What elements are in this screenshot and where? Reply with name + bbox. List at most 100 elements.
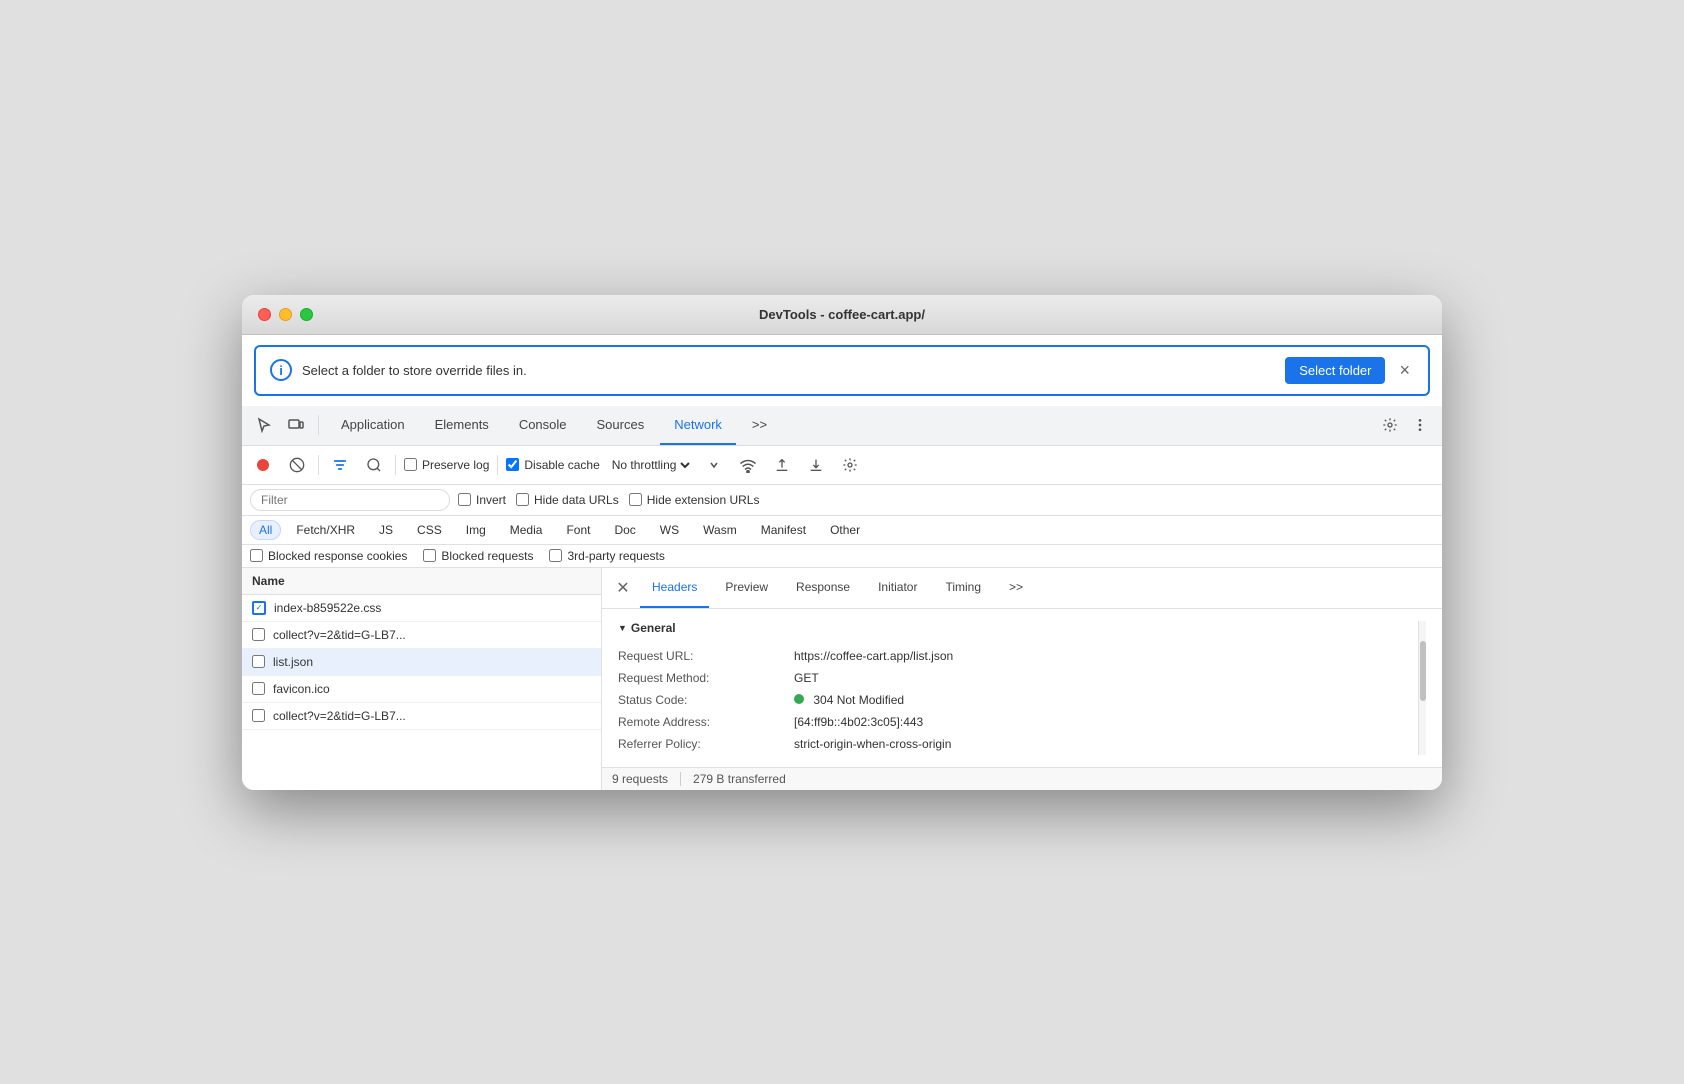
filter-row: Invert Hide data URLs Hide extension URL… <box>242 485 1442 516</box>
network-settings-icon[interactable] <box>837 452 863 478</box>
blocked-cookies-checkbox[interactable] <box>250 549 263 562</box>
tab-response[interactable]: Response <box>784 568 862 608</box>
devtools-window: DevTools - coffee-cart.app/ i Select a f… <box>242 295 1442 790</box>
invert-checkbox[interactable] <box>458 493 471 506</box>
invert-label[interactable]: Invert <box>458 493 506 507</box>
tab-more-detail[interactable]: >> <box>997 568 1035 608</box>
wifi-icon[interactable] <box>735 452 761 478</box>
scroll-track <box>1418 621 1426 755</box>
list-item[interactable]: favicon.ico <box>242 676 601 703</box>
list-item[interactable]: ✓ index-b859522e.css <box>242 595 601 622</box>
device-toggle-icon[interactable] <box>282 411 310 439</box>
status-dot <box>794 694 804 704</box>
type-img-button[interactable]: Img <box>457 520 495 540</box>
throttle-dropdown-icon[interactable] <box>701 452 727 478</box>
file-checkbox[interactable] <box>252 628 265 641</box>
type-media-button[interactable]: Media <box>501 520 552 540</box>
preserve-log-checkbox[interactable] <box>404 458 417 471</box>
third-party-checkbox[interactable] <box>549 549 562 562</box>
file-name: collect?v=2&tid=G-LB7... <box>273 628 406 642</box>
toolbar-right-icons <box>1376 411 1434 439</box>
download-icon[interactable] <box>803 452 829 478</box>
minimize-button[interactable] <box>279 308 292 321</box>
pointer-icon[interactable] <box>250 411 278 439</box>
type-manifest-button[interactable]: Manifest <box>752 520 815 540</box>
file-checkbox[interactable] <box>252 655 265 668</box>
type-fetchxhr-button[interactable]: Fetch/XHR <box>287 520 364 540</box>
filter-input[interactable] <box>250 489 450 511</box>
status-separator <box>680 772 681 786</box>
file-checkbox[interactable] <box>252 682 265 695</box>
tab-more[interactable]: >> <box>738 405 781 445</box>
blocked-requests-label[interactable]: Blocked requests <box>423 549 533 563</box>
tab-timing[interactable]: Timing <box>933 568 993 608</box>
devtools-body: i Select a folder to store override file… <box>242 335 1442 790</box>
preserve-log-label[interactable]: Preserve log <box>404 458 489 472</box>
title-bar: DevTools - coffee-cart.app/ <box>242 295 1442 335</box>
filter-icon[interactable] <box>327 452 353 478</box>
tab-sources[interactable]: Sources <box>583 405 659 445</box>
type-js-button[interactable]: JS <box>370 520 402 540</box>
hide-extension-urls-label[interactable]: Hide extension URLs <box>629 493 760 507</box>
close-button[interactable] <box>258 308 271 321</box>
hide-data-urls-label[interactable]: Hide data URLs <box>516 493 619 507</box>
cookie-filter-row: Blocked response cookies Blocked request… <box>242 545 1442 568</box>
detail-row: Request Method: GET <box>618 667 1402 689</box>
settings-icon[interactable] <box>1376 411 1404 439</box>
record-button[interactable] <box>250 452 276 478</box>
select-folder-button[interactable]: Select folder <box>1285 357 1385 384</box>
scroll-thumb[interactable] <box>1420 641 1426 701</box>
disable-cache-label[interactable]: Disable cache <box>506 458 599 472</box>
list-item[interactable]: list.json <box>242 649 601 676</box>
type-other-button[interactable]: Other <box>821 520 869 540</box>
hide-data-urls-checkbox[interactable] <box>516 493 529 506</box>
notification-message: Select a folder to store override files … <box>302 363 1275 378</box>
detail-close-button[interactable]: ✕ <box>610 568 636 608</box>
clear-button[interactable] <box>284 452 310 478</box>
type-doc-button[interactable]: Doc <box>605 520 644 540</box>
blocked-requests-checkbox[interactable] <box>423 549 436 562</box>
type-ws-button[interactable]: WS <box>651 520 688 540</box>
separator-2 <box>395 455 396 475</box>
detail-row: Request URL: https://coffee-cart.app/lis… <box>618 645 1402 667</box>
tab-network[interactable]: Network <box>660 405 736 445</box>
tab-console[interactable]: Console <box>505 405 581 445</box>
notification-close-button[interactable]: × <box>1395 360 1414 381</box>
section-title: General <box>618 621 1402 635</box>
type-font-button[interactable]: Font <box>557 520 599 540</box>
detail-key: Remote Address: <box>618 715 778 729</box>
main-content: Name ✓ index-b859522e.css collect?v=2&ti… <box>242 568 1442 790</box>
list-item[interactable]: collect?v=2&tid=G-LB7... <box>242 703 601 730</box>
file-checkbox[interactable] <box>252 709 265 722</box>
more-options-icon[interactable] <box>1406 411 1434 439</box>
type-css-button[interactable]: CSS <box>408 520 451 540</box>
separator-3 <box>497 455 498 475</box>
main-toolbar: Application Elements Console Sources Net… <box>242 406 1442 446</box>
blocked-cookies-label[interactable]: Blocked response cookies <box>250 549 407 563</box>
tab-application[interactable]: Application <box>327 405 419 445</box>
tab-headers[interactable]: Headers <box>640 568 709 608</box>
disable-cache-checkbox[interactable] <box>506 458 519 471</box>
tab-preview[interactable]: Preview <box>713 568 780 608</box>
list-item[interactable]: collect?v=2&tid=G-LB7... <box>242 622 601 649</box>
tab-initiator[interactable]: Initiator <box>866 568 929 608</box>
detail-key: Request Method: <box>618 671 778 685</box>
tab-elements[interactable]: Elements <box>421 405 503 445</box>
requests-count: 9 requests <box>612 772 668 786</box>
third-party-label[interactable]: 3rd-party requests <box>549 549 664 563</box>
upload-icon[interactable] <box>769 452 795 478</box>
type-all-button[interactable]: All <box>250 520 281 540</box>
detail-value: strict-origin-when-cross-origin <box>794 737 951 751</box>
detail-key: Status Code: <box>618 693 778 707</box>
search-icon[interactable] <box>361 452 387 478</box>
file-list-header: Name <box>242 568 601 595</box>
status-bar: 9 requests 279 B transferred <box>602 767 1442 790</box>
detail-panel: ✕ Headers Preview Response Initiator Tim… <box>602 568 1442 790</box>
throttle-select[interactable]: No throttling <box>608 457 693 473</box>
type-wasm-button[interactable]: Wasm <box>694 520 746 540</box>
hide-extension-urls-checkbox[interactable] <box>629 493 642 506</box>
transferred-size: 279 B transferred <box>693 772 786 786</box>
detail-row: Remote Address: [64:ff9b::4b02:3c05]:443 <box>618 711 1402 733</box>
maximize-button[interactable] <box>300 308 313 321</box>
detail-value: https://coffee-cart.app/list.json <box>794 649 953 663</box>
